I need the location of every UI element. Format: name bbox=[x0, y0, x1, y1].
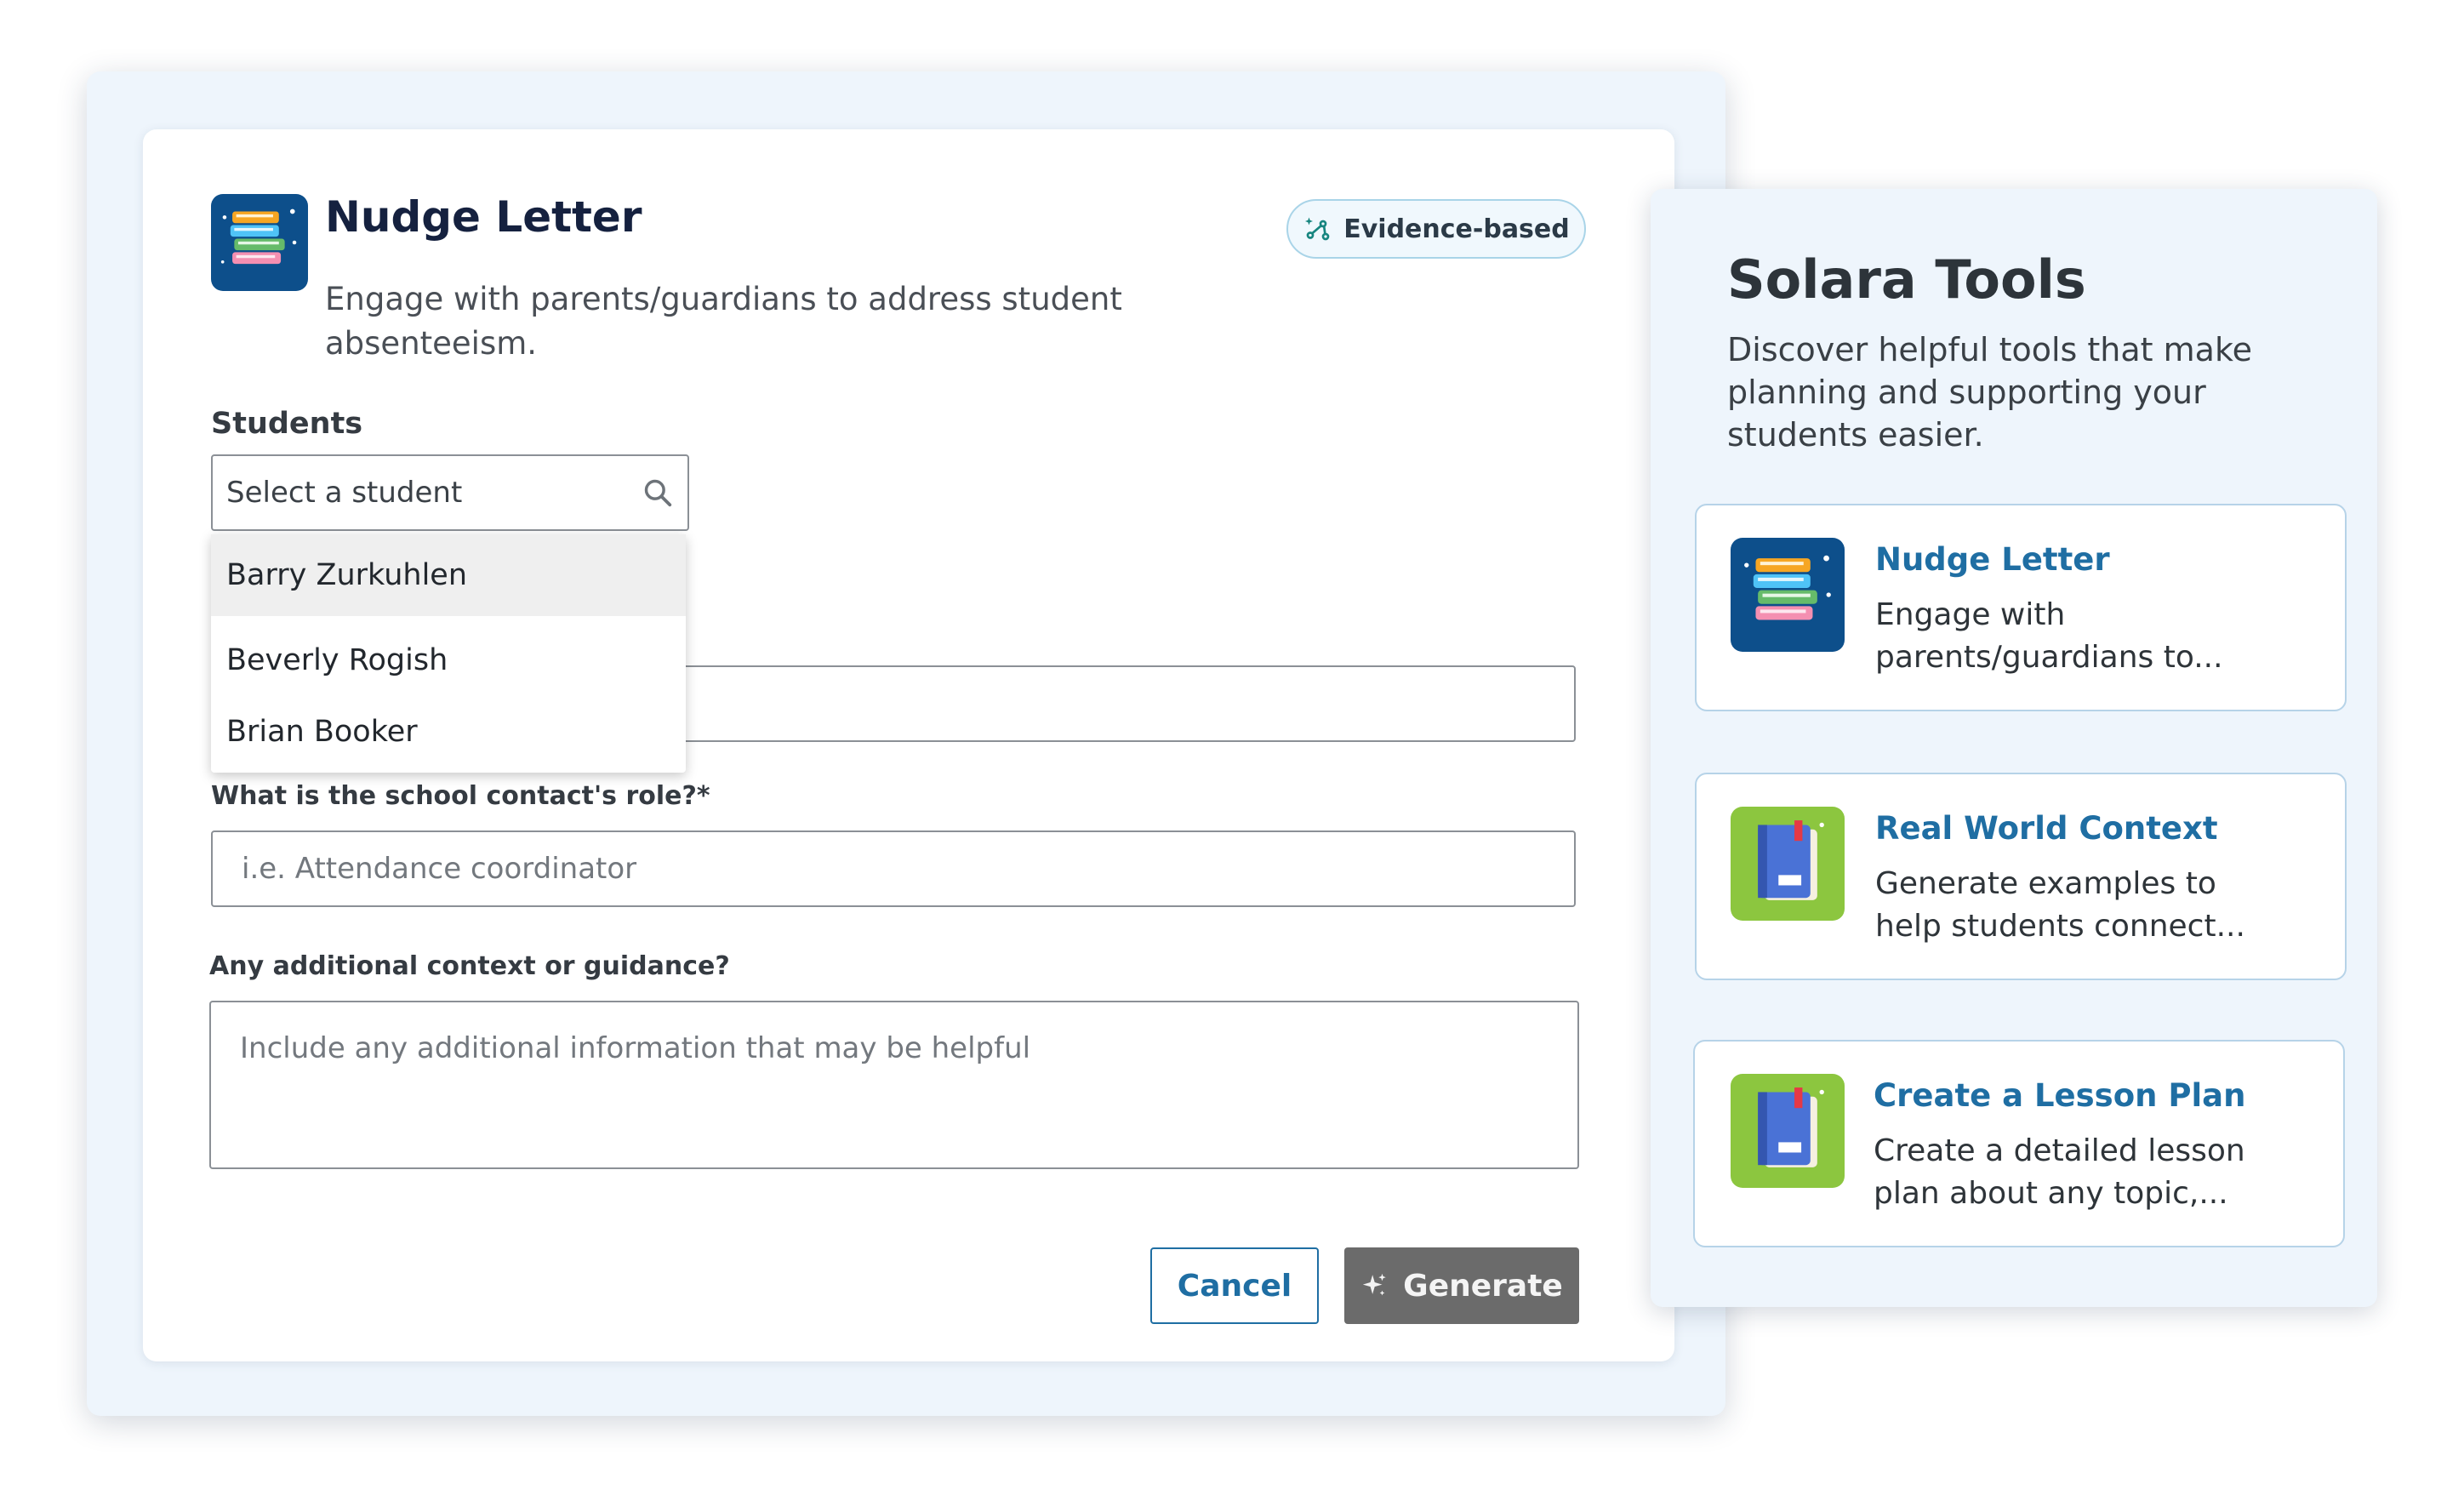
tool-card-title[interactable]: Create a Lesson Plan bbox=[1874, 1077, 2245, 1114]
books-stack-icon bbox=[1731, 538, 1845, 652]
dropdown-option[interactable]: Beverly Rogish bbox=[211, 619, 686, 701]
tools-panel-subtitle: Discover helpful tools that make plannin… bbox=[1727, 331, 2252, 454]
students-label: Students bbox=[211, 407, 363, 441]
cancel-button[interactable]: Cancel bbox=[1150, 1247, 1319, 1324]
evidence-based-badge: Evidence-based bbox=[1286, 199, 1586, 259]
badge-label: Evidence-based bbox=[1343, 214, 1570, 244]
dropdown-option[interactable]: Brian Booker bbox=[211, 691, 686, 773]
generate-button[interactable]: Generate bbox=[1344, 1247, 1579, 1324]
books-stack-icon bbox=[211, 194, 308, 291]
tool-card-description: Create a detailed lesson plan about any … bbox=[1874, 1133, 2245, 1211]
tool-card-description: Generate examples to help students conne… bbox=[1875, 866, 2245, 944]
student-dropdown-list: Barry Zurkuhlen Beverly Rogish Brian Boo… bbox=[211, 534, 686, 773]
student-search-select[interactable]: Select a student bbox=[211, 454, 689, 531]
tool-card-title[interactable]: Real World Context bbox=[1875, 810, 2218, 847]
tools-panel-title: Solara Tools bbox=[1727, 248, 2086, 311]
network-sparkle-icon bbox=[1305, 217, 1330, 241]
page-description: Engage with parents/guardians to address… bbox=[325, 281, 1122, 362]
contact-role-placeholder: i.e. Attendance coordinator bbox=[242, 852, 637, 886]
sparkle-icon bbox=[1362, 1273, 1386, 1296]
additional-context-textarea[interactable]: Include any additional information that … bbox=[209, 1001, 1579, 1169]
search-icon bbox=[644, 479, 672, 507]
contact-role-label: What is the school contact's role?* bbox=[211, 781, 710, 811]
notebook-icon bbox=[1731, 1074, 1845, 1188]
student-select-placeholder: Select a student bbox=[226, 476, 463, 510]
notebook-icon bbox=[1731, 807, 1845, 921]
contact-role-input[interactable]: i.e. Attendance coordinator bbox=[211, 830, 1576, 907]
tool-card-description: Engage with parents/guardians to... bbox=[1875, 597, 2223, 675]
additional-context-placeholder: Include any additional information that … bbox=[240, 1031, 1031, 1065]
dropdown-option[interactable]: Barry Zurkuhlen bbox=[211, 534, 686, 616]
additional-context-label: Any additional context or guidance? bbox=[209, 951, 730, 981]
generate-button-label: Generate bbox=[1403, 1268, 1563, 1304]
page-title: Nudge Letter bbox=[325, 192, 642, 242]
tool-card-title[interactable]: Nudge Letter bbox=[1875, 541, 2110, 578]
